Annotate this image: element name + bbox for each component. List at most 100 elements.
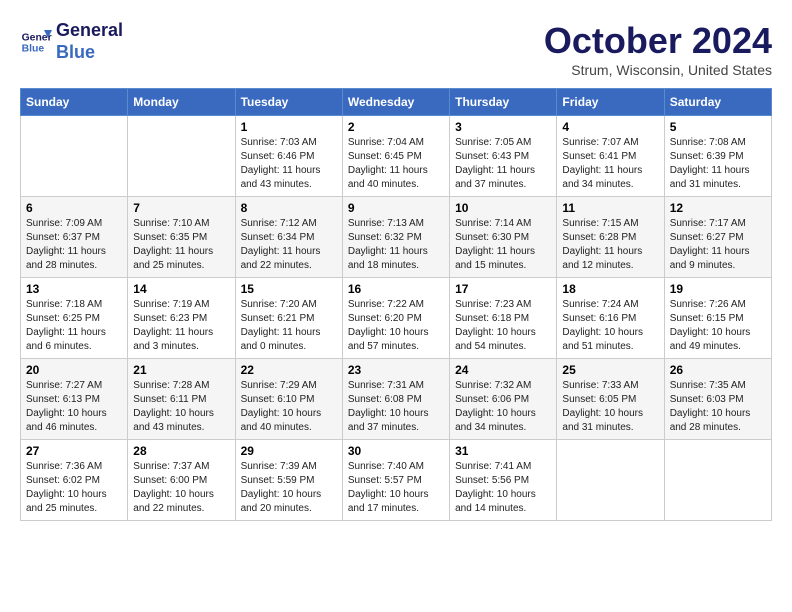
day-number: 24 (455, 363, 551, 377)
calendar-day-cell: 23Sunrise: 7:31 AM Sunset: 6:08 PM Dayli… (342, 359, 449, 440)
day-number: 30 (348, 444, 444, 458)
day-of-week-header: Wednesday (342, 89, 449, 116)
day-number: 2 (348, 120, 444, 134)
day-number: 27 (26, 444, 122, 458)
calendar-day-cell: 21Sunrise: 7:28 AM Sunset: 6:11 PM Dayli… (128, 359, 235, 440)
day-info: Sunrise: 7:40 AM Sunset: 5:57 PM Dayligh… (348, 460, 444, 516)
day-of-week-header: Saturday (664, 89, 771, 116)
day-info: Sunrise: 7:04 AM Sunset: 6:45 PM Dayligh… (348, 136, 444, 192)
calendar-day-cell (664, 440, 771, 521)
calendar-day-cell: 13 Sunrise: 7:18 AM Sunset: 6:25 PM Dayli… (21, 278, 128, 359)
day-number: 12 (670, 201, 766, 215)
day-number: 15 (241, 282, 337, 296)
calendar-day-cell: 5 Sunrise: 7:08 AM Sunset: 6:39 PM Daylig… (664, 116, 771, 197)
logo-text-blue: Blue (56, 42, 123, 64)
day-info: Sunrise: 7:23 AM Sunset: 6:18 PM Dayligh… (455, 298, 551, 354)
day-info: Sunrise: 7:19 AM Sunset: 6:23 PM Dayligh… (133, 298, 229, 354)
day-info: Sunrise: 7:22 AM Sunset: 6:20 PM Dayligh… (348, 298, 444, 354)
day-number: 11 (562, 201, 658, 215)
calendar-day-cell: 30 Sunrise: 7:40 AM Sunset: 5:57 PM Dayli… (342, 440, 449, 521)
calendar-day-cell: 9 Sunrise: 7:13 AM Sunset: 6:32 PM Daylig… (342, 197, 449, 278)
logo: General Blue General Blue (20, 20, 123, 63)
calendar-day-cell (128, 116, 235, 197)
day-number: 22 (241, 363, 337, 377)
svg-text:Blue: Blue (22, 43, 45, 54)
calendar-day-cell: 18Sunrise: 7:24 AM Sunset: 6:16 PM Dayli… (557, 278, 664, 359)
calendar-day-cell: 24 Sunrise: 7:32 AM Sunset: 6:06 PM Dayli… (450, 359, 557, 440)
calendar-week-row: 20Sunrise: 7:27 AM Sunset: 6:13 PM Dayli… (21, 359, 772, 440)
calendar-day-cell: 29 Sunrise: 7:39 AM Sunset: 5:59 PM Dayli… (235, 440, 342, 521)
calendar-day-cell: 20Sunrise: 7:27 AM Sunset: 6:13 PM Dayli… (21, 359, 128, 440)
calendar-day-cell: 25Sunrise: 7:33 AM Sunset: 6:05 PM Dayli… (557, 359, 664, 440)
day-info: Sunrise: 7:18 AM Sunset: 6:25 PM Dayligh… (26, 298, 122, 354)
day-info: Sunrise: 7:08 AM Sunset: 6:39 PM Dayligh… (670, 136, 766, 192)
day-info: Sunrise: 7:32 AM Sunset: 6:06 PM Dayligh… (455, 379, 551, 435)
page-header: General Blue General Blue October 2024 S… (20, 20, 772, 78)
day-number: 29 (241, 444, 337, 458)
logo-text-general: General (56, 20, 123, 42)
day-of-week-header: Sunday (21, 89, 128, 116)
day-info: Sunrise: 7:14 AM Sunset: 6:30 PM Dayligh… (455, 217, 551, 273)
day-info: Sunrise: 7:35 AM Sunset: 6:03 PM Dayligh… (670, 379, 766, 435)
day-number: 4 (562, 120, 658, 134)
calendar-day-cell (21, 116, 128, 197)
day-number: 16 (348, 282, 444, 296)
header-row: SundayMondayTuesdayWednesdayThursdayFrid… (21, 89, 772, 116)
calendar-day-cell: 15 Sunrise: 7:20 AM Sunset: 6:21 PM Dayli… (235, 278, 342, 359)
day-number: 28 (133, 444, 229, 458)
calendar-week-row: 13 Sunrise: 7:18 AM Sunset: 6:25 PM Dayli… (21, 278, 772, 359)
day-info: Sunrise: 7:12 AM Sunset: 6:34 PM Dayligh… (241, 217, 337, 273)
calendar-day-cell: 19Sunrise: 7:26 AM Sunset: 6:15 PM Dayli… (664, 278, 771, 359)
day-number: 26 (670, 363, 766, 377)
day-info: Sunrise: 7:10 AM Sunset: 6:35 PM Dayligh… (133, 217, 229, 273)
day-number: 13 (26, 282, 122, 296)
calendar-day-cell: 10 Sunrise: 7:14 AM Sunset: 6:30 PM Dayli… (450, 197, 557, 278)
day-info: Sunrise: 7:05 AM Sunset: 6:43 PM Dayligh… (455, 136, 551, 192)
day-number: 5 (670, 120, 766, 134)
calendar-day-cell: 22Sunrise: 7:29 AM Sunset: 6:10 PM Dayli… (235, 359, 342, 440)
day-info: Sunrise: 7:37 AM Sunset: 6:00 PM Dayligh… (133, 460, 229, 516)
calendar-day-cell: 11 Sunrise: 7:15 AM Sunset: 6:28 PM Dayli… (557, 197, 664, 278)
day-info: Sunrise: 7:39 AM Sunset: 5:59 PM Dayligh… (241, 460, 337, 516)
day-of-week-header: Tuesday (235, 89, 342, 116)
day-number: 19 (670, 282, 766, 296)
day-info: Sunrise: 7:07 AM Sunset: 6:41 PM Dayligh… (562, 136, 658, 192)
day-number: 8 (241, 201, 337, 215)
day-info: Sunrise: 7:09 AM Sunset: 6:37 PM Dayligh… (26, 217, 122, 273)
calendar-day-cell: 1 Sunrise: 7:03 AM Sunset: 6:46 PM Daylig… (235, 116, 342, 197)
day-number: 10 (455, 201, 551, 215)
calendar-day-cell: 14 Sunrise: 7:19 AM Sunset: 6:23 PM Dayli… (128, 278, 235, 359)
day-info: Sunrise: 7:13 AM Sunset: 6:32 PM Dayligh… (348, 217, 444, 273)
calendar-week-row: 1 Sunrise: 7:03 AM Sunset: 6:46 PM Daylig… (21, 116, 772, 197)
calendar-day-cell: 4 Sunrise: 7:07 AM Sunset: 6:41 PM Daylig… (557, 116, 664, 197)
day-info: Sunrise: 7:03 AM Sunset: 6:46 PM Dayligh… (241, 136, 337, 192)
day-info: Sunrise: 7:36 AM Sunset: 6:02 PM Dayligh… (26, 460, 122, 516)
day-of-week-header: Friday (557, 89, 664, 116)
day-info: Sunrise: 7:24 AM Sunset: 6:16 PM Dayligh… (562, 298, 658, 354)
calendar-day-cell: 16 Sunrise: 7:22 AM Sunset: 6:20 PM Dayli… (342, 278, 449, 359)
day-info: Sunrise: 7:20 AM Sunset: 6:21 PM Dayligh… (241, 298, 337, 354)
day-number: 9 (348, 201, 444, 215)
calendar-day-cell: 8 Sunrise: 7:12 AM Sunset: 6:34 PM Daylig… (235, 197, 342, 278)
day-number: 14 (133, 282, 229, 296)
day-number: 6 (26, 201, 122, 215)
calendar-day-cell: 28 Sunrise: 7:37 AM Sunset: 6:00 PM Dayli… (128, 440, 235, 521)
day-number: 1 (241, 120, 337, 134)
day-number: 17 (455, 282, 551, 296)
day-info: Sunrise: 7:17 AM Sunset: 6:27 PM Dayligh… (670, 217, 766, 273)
day-number: 7 (133, 201, 229, 215)
calendar-day-cell: 27 Sunrise: 7:36 AM Sunset: 6:02 PM Dayli… (21, 440, 128, 521)
calendar-week-row: 6 Sunrise: 7:09 AM Sunset: 6:37 PM Daylig… (21, 197, 772, 278)
day-info: Sunrise: 7:31 AM Sunset: 6:08 PM Dayligh… (348, 379, 444, 435)
day-info: Sunrise: 7:28 AM Sunset: 6:11 PM Dayligh… (133, 379, 229, 435)
day-number: 3 (455, 120, 551, 134)
day-info: Sunrise: 7:27 AM Sunset: 6:13 PM Dayligh… (26, 379, 122, 435)
day-info: Sunrise: 7:33 AM Sunset: 6:05 PM Dayligh… (562, 379, 658, 435)
calendar-body: 1 Sunrise: 7:03 AM Sunset: 6:46 PM Daylig… (21, 116, 772, 521)
day-info: Sunrise: 7:15 AM Sunset: 6:28 PM Dayligh… (562, 217, 658, 273)
calendar-day-cell: 2 Sunrise: 7:04 AM Sunset: 6:45 PM Daylig… (342, 116, 449, 197)
month-title: October 2024 (544, 20, 772, 62)
calendar-day-cell: 6 Sunrise: 7:09 AM Sunset: 6:37 PM Daylig… (21, 197, 128, 278)
day-of-week-header: Monday (128, 89, 235, 116)
calendar-day-cell: 3 Sunrise: 7:05 AM Sunset: 6:43 PM Daylig… (450, 116, 557, 197)
